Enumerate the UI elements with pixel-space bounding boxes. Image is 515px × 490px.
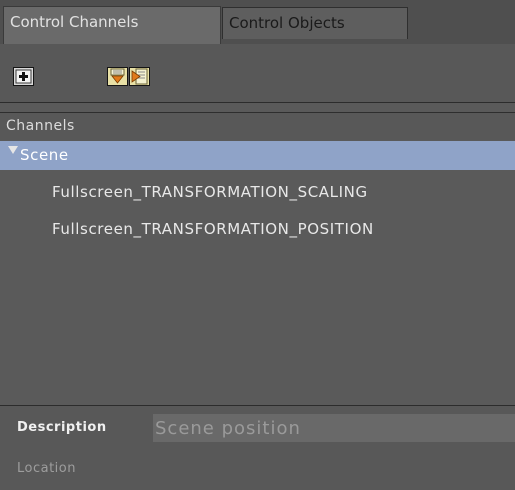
channels-column-header: Channels <box>0 112 515 140</box>
add-channel-button[interactable] <box>13 67 34 86</box>
tree-item-label: Fullscreen_TRANSFORMATION_SCALING <box>52 183 368 201</box>
add-channel-icon <box>15 69 32 84</box>
move-down-button[interactable] <box>107 67 128 86</box>
channels-tree: Scene Fullscreen_TRANSFORMATION_SCALING … <box>0 141 515 406</box>
location-label: Location <box>17 461 76 476</box>
tab-bar: Control Channels Control Objects <box>0 0 515 45</box>
toolbar <box>0 44 515 103</box>
description-label: Description <box>17 420 107 435</box>
tree-item-scene[interactable]: Scene <box>0 141 515 170</box>
tree-item-channel[interactable]: Fullscreen_TRANSFORMATION_POSITION <box>0 215 515 244</box>
tab-control-objects[interactable]: Control Objects <box>222 7 408 39</box>
tab-control-channels[interactable]: Control Channels <box>3 6 221 44</box>
tree-item-channel[interactable]: Fullscreen_TRANSFORMATION_SCALING <box>0 178 515 207</box>
expand-caret-icon[interactable] <box>8 146 18 154</box>
move-down-icon <box>110 68 125 84</box>
tree-item-label: Scene <box>20 146 69 164</box>
move-right-button[interactable] <box>129 67 150 86</box>
tree-item-label: Fullscreen_TRANSFORMATION_POSITION <box>52 220 374 238</box>
properties-panel: Description Location <box>0 406 515 490</box>
move-right-icon <box>131 68 148 85</box>
description-field[interactable] <box>153 414 515 442</box>
control-channels-panel: Control Channels Control Objects Channel… <box>0 0 515 490</box>
